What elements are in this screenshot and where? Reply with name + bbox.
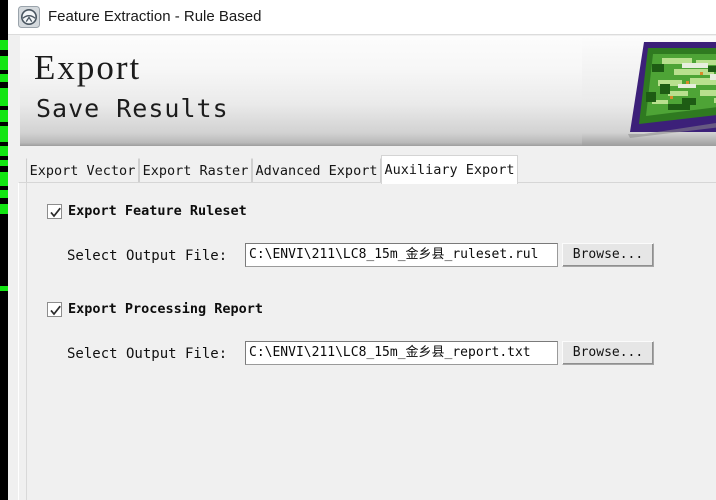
window-title: Feature Extraction - Rule Based <box>48 8 262 25</box>
ruleset-browse-button[interactable]: Browse... <box>562 243 654 267</box>
report-output-file-label: Select Output File: <box>67 346 228 362</box>
export-feature-ruleset-label: Export Feature Ruleset <box>68 203 247 219</box>
backdrop-green-fleck <box>0 56 8 70</box>
backdrop-green-fleck <box>0 172 8 186</box>
checkbox-checked-icon[interactable] <box>47 203 62 219</box>
banner-subtitle: Save Results <box>36 94 229 123</box>
report-browse-button[interactable]: Browse... <box>562 341 654 365</box>
tab-export-raster[interactable]: Export Raster <box>139 158 252 183</box>
envi-app-icon <box>18 6 40 28</box>
tab-content-inner: Export Feature Ruleset Select Output Fil… <box>26 183 716 500</box>
backdrop-green-fleck <box>0 74 8 82</box>
export-processing-report-checkbox-row[interactable]: Export Processing Report <box>47 299 263 319</box>
export-feature-ruleset-checkbox-row[interactable]: Export Feature Ruleset <box>47 201 247 221</box>
backdrop-green-fleck <box>0 286 8 291</box>
tab-auxiliary-export[interactable]: Auxiliary Export <box>381 155 518 184</box>
tab-export-vector[interactable]: Export Vector <box>26 158 139 183</box>
tab-content-panel: Export Feature Ruleset Select Output Fil… <box>18 182 716 500</box>
banner: Export Save Results <box>20 36 716 146</box>
backdrop-green-fleck <box>0 88 8 106</box>
checkbox-checked-icon[interactable] <box>47 301 62 317</box>
backdrop-green-fleck <box>0 190 8 198</box>
title-bar: Feature Extraction - Rule Based <box>8 0 716 35</box>
banner-title: Export <box>34 48 142 87</box>
backdrop-green-fleck <box>0 126 8 142</box>
backdrop-green-fleck <box>0 40 8 50</box>
ruleset-output-file-row: Select Output File: C:\ENVI\211\LC8_15m_… <box>27 243 716 269</box>
feature-extraction-dialog: Feature Extraction - Rule Based Export S… <box>8 0 716 500</box>
export-processing-report-label: Export Processing Report <box>68 301 264 317</box>
report-output-file-row: Select Output File: C:\ENVI\211\LC8_15m_… <box>27 341 716 367</box>
backdrop-green-fleck <box>0 160 8 166</box>
ruleset-output-file-label: Select Output File: <box>67 248 228 264</box>
report-output-file-input[interactable]: C:\ENVI\211\LC8_15m_金乡县_report.txt <box>245 341 558 365</box>
banner-bottom-spacer <box>8 146 716 152</box>
classified-raster-thumbnail <box>582 36 716 146</box>
ruleset-output-file-input[interactable]: C:\ENVI\211\LC8_15m_金乡县_ruleset.rul <box>245 243 558 267</box>
backdrop-green-fleck <box>0 204 8 214</box>
tab-advanced-export[interactable]: Advanced Export <box>252 158 381 183</box>
backdrop-green-fleck <box>0 146 8 156</box>
backdrop-green-fleck <box>0 110 8 122</box>
tab-strip: Export Vector Export Raster Advanced Exp… <box>18 155 716 184</box>
